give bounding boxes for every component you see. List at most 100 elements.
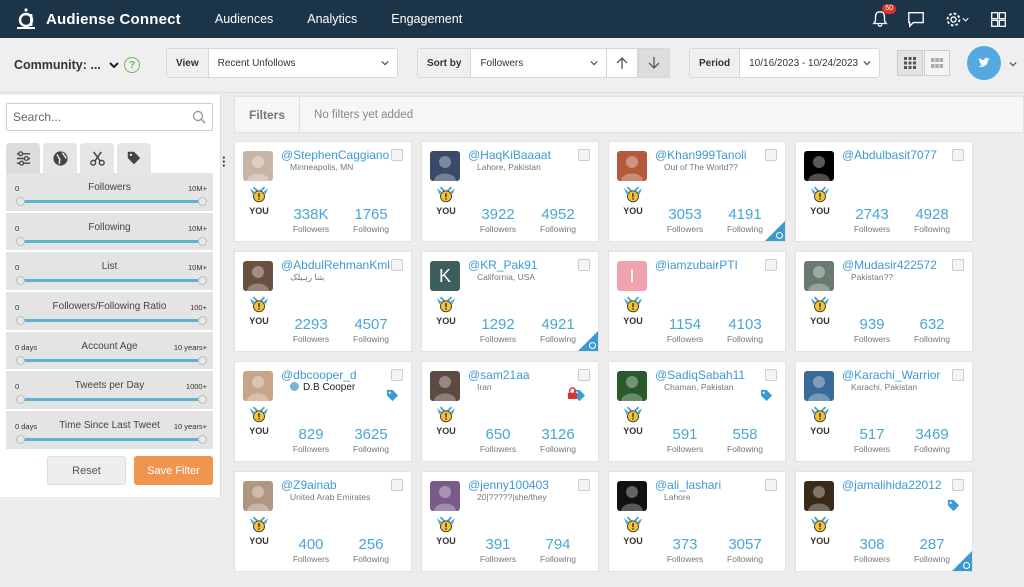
range-slider[interactable] (16, 435, 207, 445)
user-card[interactable]: @Khan999Tanoli Out of The World?? YOU 30… (608, 141, 786, 242)
user-avatar[interactable] (430, 481, 460, 511)
sidebar-collapse-handle[interactable]: · · · (222, 151, 226, 172)
apps-grid-button[interactable] (988, 9, 1008, 29)
user-card[interactable]: K @KR_Pak91 California, USA YOU 1292 Fol… (421, 251, 599, 352)
community-selector[interactable]: Community: ... (14, 58, 119, 72)
tag-icon[interactable] (386, 389, 399, 402)
select-checkbox[interactable] (391, 149, 403, 161)
user-avatar[interactable] (804, 261, 834, 291)
range-slider[interactable] (16, 355, 207, 365)
app-logo[interactable]: Audiense Connect (14, 7, 181, 31)
user-card[interactable]: @Z9ainab United Arab Emirates YOU 400 Fo… (234, 471, 412, 572)
user-card[interactable]: @jamalihida22012 YOU 308 Followers 287 F… (795, 471, 973, 572)
slider-min-handle[interactable] (16, 197, 25, 206)
user-avatar[interactable] (617, 151, 647, 181)
sort-dropdown[interactable]: Sort by Followers (417, 48, 607, 78)
tab-location[interactable] (43, 143, 77, 173)
user-card[interactable]: @sam21aa Iran YOU 650 Followers 3126 Fol… (421, 361, 599, 462)
select-checkbox[interactable] (765, 259, 777, 271)
select-checkbox[interactable] (952, 149, 964, 161)
messages-button[interactable] (906, 9, 926, 29)
user-handle[interactable]: @Z9ainab (281, 478, 337, 492)
user-handle[interactable]: @Abdulbasit7077 (842, 148, 937, 162)
select-checkbox[interactable] (952, 369, 964, 381)
user-handle[interactable]: @iamzubairPTI (655, 258, 738, 272)
slider-min-handle[interactable] (16, 435, 25, 445)
user-handle[interactable]: @dbcooper_d (281, 368, 357, 382)
user-avatar[interactable] (243, 261, 273, 291)
user-handle[interactable]: @KR_Pak91 (468, 258, 538, 272)
user-handle[interactable]: @Karachi_Warrior (842, 368, 940, 382)
range-slider[interactable] (16, 197, 207, 206)
slider-max-handle[interactable] (198, 316, 207, 326)
settings-button[interactable] (942, 9, 972, 29)
tag-icon[interactable] (760, 389, 773, 402)
user-handle[interactable]: @AbdulRehmanKml (281, 258, 390, 272)
tag-icon[interactable] (947, 499, 960, 512)
user-card[interactable]: @jenny100403 20|?????|she/they YOU 391 F… (421, 471, 599, 572)
user-card[interactable]: @HaqKiBaaaat Lahore, Pakistan YOU 3922 F… (421, 141, 599, 242)
user-card[interactable]: @Mudasir422572 Pakistan?? YOU 939 Follow… (795, 251, 973, 352)
range-slider[interactable] (16, 276, 207, 286)
range-slider[interactable] (16, 316, 207, 326)
select-checkbox[interactable] (578, 149, 590, 161)
help-icon[interactable]: ? (124, 57, 140, 73)
slider-max-handle[interactable] (198, 236, 207, 246)
user-avatar[interactable] (804, 481, 834, 511)
search-input[interactable]: Search... (6, 103, 213, 131)
user-avatar[interactable]: K (430, 261, 460, 291)
user-avatar[interactable] (617, 481, 647, 511)
grid-view-large-button[interactable] (897, 50, 923, 76)
select-checkbox[interactable] (952, 479, 964, 491)
user-card[interactable]: @Karachi_Warrior Karachi, Pakistan YOU 5… (795, 361, 973, 462)
user-handle[interactable]: @ali_lashari (655, 478, 721, 492)
tab-sliders[interactable] (6, 143, 40, 173)
user-handle[interactable]: @StephenCaggiano (281, 148, 389, 162)
select-checkbox[interactable] (765, 369, 777, 381)
user-handle[interactable]: @HaqKiBaaaat (468, 148, 551, 162)
user-handle[interactable]: @SadiqSabah11 (655, 368, 745, 382)
user-handle[interactable]: @jamalihida22012 (842, 478, 942, 492)
user-avatar[interactable] (243, 371, 273, 401)
slider-max-handle[interactable] (198, 197, 207, 206)
user-handle[interactable]: @sam21aa (468, 368, 530, 382)
user-avatar[interactable]: I (617, 261, 647, 291)
chevron-down-icon[interactable] (1009, 60, 1017, 68)
select-checkbox[interactable] (765, 149, 777, 161)
select-checkbox[interactable] (952, 259, 964, 271)
select-checkbox[interactable] (578, 479, 590, 491)
user-avatar[interactable] (430, 151, 460, 181)
user-avatar[interactable] (617, 371, 647, 401)
user-handle[interactable]: @Mudasir422572 (842, 258, 937, 272)
user-avatar[interactable] (243, 151, 273, 181)
user-card[interactable]: I @iamzubairPTI YOU 1154 Followers 4103 … (608, 251, 786, 352)
slider-min-handle[interactable] (16, 395, 25, 405)
tab-tags[interactable] (117, 143, 151, 173)
select-checkbox[interactable] (391, 479, 403, 491)
sort-descending-button[interactable] (638, 48, 670, 78)
view-dropdown[interactable]: View Recent Unfollows (166, 48, 398, 78)
select-checkbox[interactable] (578, 369, 590, 381)
user-card[interactable]: @Abdulbasit7077 YOU 2743 Followers 4928 … (795, 141, 973, 242)
notifications-button[interactable]: 50 (870, 4, 896, 29)
user-card[interactable]: @dbcooper_d D.B Cooper YOU 829 Followers… (234, 361, 412, 462)
select-checkbox[interactable] (578, 259, 590, 271)
user-handle[interactable]: @jenny100403 (468, 478, 549, 492)
slider-max-handle[interactable] (198, 355, 207, 365)
slider-min-handle[interactable] (16, 236, 25, 246)
slider-min-handle[interactable] (16, 355, 25, 365)
period-dropdown[interactable]: Period 10/16/2023 - 10/24/2023 (689, 48, 880, 78)
user-avatar[interactable] (804, 151, 834, 181)
user-avatar[interactable] (967, 46, 1001, 80)
user-avatar[interactable] (430, 371, 460, 401)
nav-engagement[interactable]: Engagement (391, 12, 462, 26)
grid-view-small-button[interactable] (924, 50, 950, 76)
select-checkbox[interactable] (391, 259, 403, 271)
nav-audiences[interactable]: Audiences (215, 12, 273, 26)
sort-ascending-button[interactable] (606, 48, 638, 78)
user-card[interactable]: @ali_lashari Lahore YOU 373 Followers 30… (608, 471, 786, 572)
user-handle[interactable]: @Khan999Tanoli (655, 148, 747, 162)
user-avatar[interactable] (804, 371, 834, 401)
range-slider[interactable] (16, 395, 207, 405)
range-slider[interactable] (16, 236, 207, 246)
